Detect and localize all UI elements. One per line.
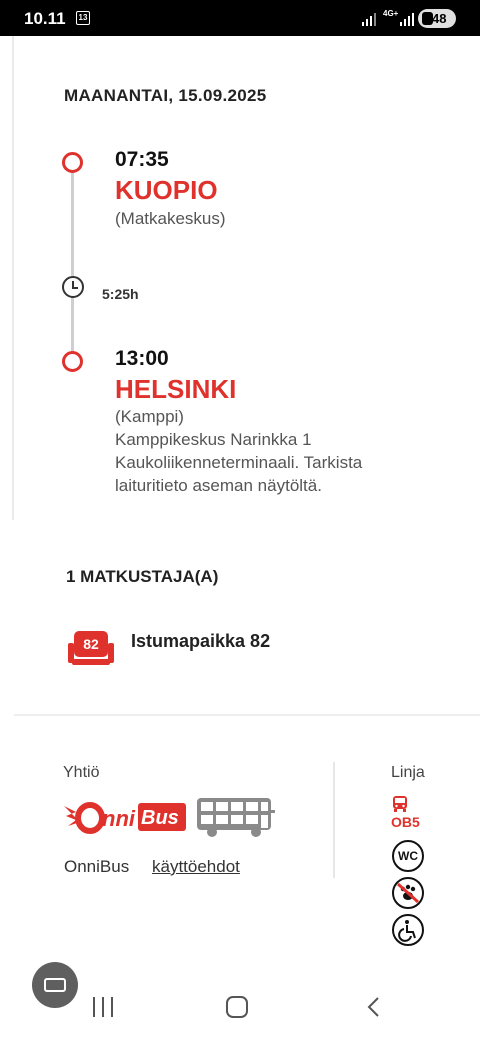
section-divider bbox=[14, 714, 480, 716]
double-decker-bus-icon bbox=[197, 798, 275, 837]
network-type-label: 4G+ bbox=[383, 9, 399, 18]
trip-date: MAANANTAI, 15.09.2025 bbox=[64, 86, 267, 105]
signal-icon bbox=[362, 13, 376, 26]
company-name: OnniBus bbox=[64, 857, 130, 876]
arrival-time: 13:00 bbox=[115, 347, 169, 370]
company-label: Yhtiö bbox=[63, 764, 100, 781]
departure-time: 07:35 bbox=[115, 148, 169, 171]
battery-level: 48 bbox=[432, 11, 447, 26]
floating-ticket-button[interactable] bbox=[32, 962, 78, 1008]
recent-apps-icon[interactable] bbox=[91, 997, 115, 1017]
wc-icon: WC bbox=[392, 840, 424, 872]
calendar-notification-icon: 13 bbox=[76, 11, 90, 25]
arrival-details-line2: Kaukoliikenneterminaali. Tarkista bbox=[115, 453, 363, 472]
trip-duration: 5:25h bbox=[102, 286, 139, 302]
svg-text:nni: nni bbox=[102, 806, 136, 831]
duration-clock-icon bbox=[62, 276, 84, 298]
onnibus-logo: nni Bus bbox=[64, 802, 186, 834]
arrival-station: (Kamppi) bbox=[115, 407, 184, 426]
status-time: 10.11 bbox=[24, 9, 66, 28]
timeline-line bbox=[71, 170, 74, 360]
passengers-title: 1 MATKUSTAJA(A) bbox=[66, 567, 219, 586]
card-edge bbox=[12, 36, 14, 520]
ticket-icon bbox=[44, 978, 66, 992]
status-bar: 10.11 13 4G+ 48 bbox=[0, 0, 480, 36]
signal-icon-2 bbox=[400, 13, 414, 26]
wheelchair-icon bbox=[392, 914, 424, 946]
departure-stop-icon bbox=[62, 152, 83, 173]
battery-saver-icon bbox=[422, 12, 433, 25]
arrival-city: HELSINKI bbox=[115, 374, 237, 404]
arrival-details-line3: laituritieto aseman näytöltä. bbox=[115, 476, 322, 495]
seat-number: 82 bbox=[74, 631, 108, 657]
vertical-divider bbox=[333, 762, 335, 878]
departure-city: KUOPIO bbox=[115, 175, 218, 205]
terms-link[interactable]: käyttöehdot bbox=[152, 857, 240, 877]
battery-indicator: 48 bbox=[418, 9, 456, 28]
seat-label: Istumapaikka 82 bbox=[131, 631, 271, 651]
departure-station: (Matkakeskus) bbox=[115, 209, 226, 228]
arrival-stop-icon bbox=[62, 351, 83, 372]
svg-text:Bus: Bus bbox=[141, 807, 179, 829]
back-icon[interactable] bbox=[364, 996, 384, 1018]
seat-icon: 82 bbox=[68, 631, 114, 669]
no-pets-icon bbox=[392, 877, 424, 909]
wc-label: WC bbox=[398, 849, 418, 863]
bus-icon bbox=[393, 796, 407, 812]
line-label: Linja bbox=[391, 764, 425, 781]
arrival-details-line1: Kamppikeskus Narinkka 1 bbox=[115, 430, 312, 449]
home-icon[interactable] bbox=[226, 996, 248, 1018]
line-code: OB5 bbox=[391, 814, 420, 830]
